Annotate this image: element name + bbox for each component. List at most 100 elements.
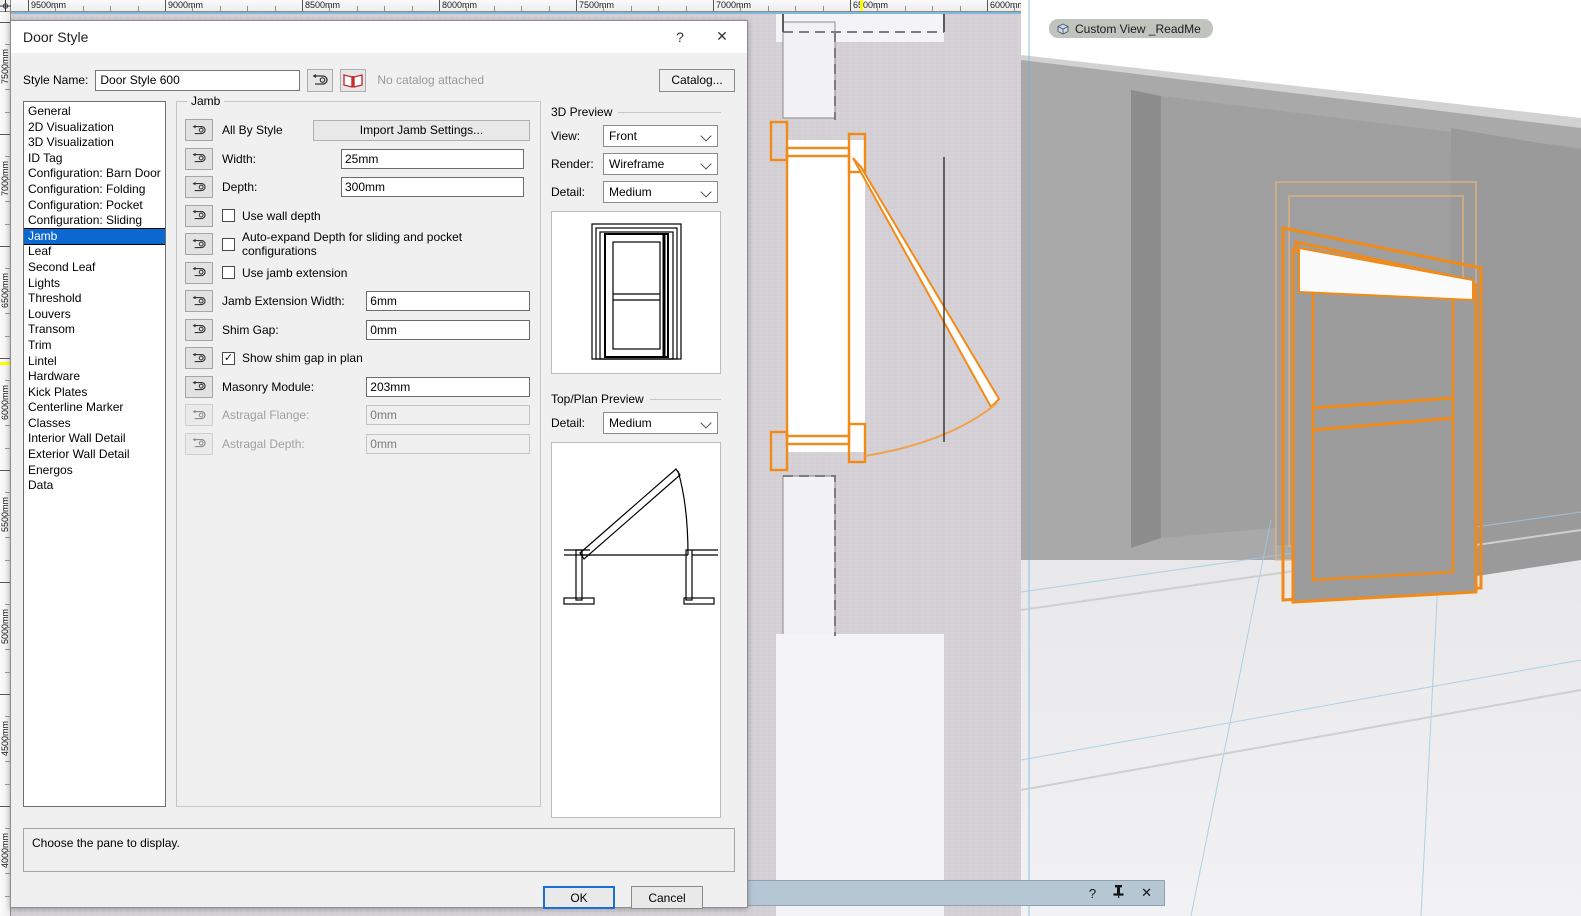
by-style-icon-masonry[interactable] xyxy=(185,375,213,398)
ruler-minor-tick xyxy=(247,6,249,11)
by-style-icon-use-wall-depth[interactable] xyxy=(185,204,213,227)
jamb-width-row: Width: xyxy=(185,145,530,174)
3d-preview-image[interactable] xyxy=(551,211,721,374)
by-style-icon-width[interactable] xyxy=(185,147,213,170)
pane-list-item[interactable]: Configuration: Folding xyxy=(24,182,165,198)
ruler-minor-tick xyxy=(548,6,550,11)
masonry-module-input[interactable] xyxy=(366,376,530,397)
chevron-down-icon xyxy=(700,186,712,198)
jamb-extension-width-label: Jamb Extension Width: xyxy=(222,294,345,309)
by-style-icon[interactable] xyxy=(307,68,334,92)
pane-list-item[interactable]: Interior Wall Detail xyxy=(24,431,165,447)
catalog-button[interactable]: Catalog... xyxy=(659,68,735,92)
ruler-minor-tick xyxy=(356,6,358,11)
pane-list-item[interactable]: Kick Plates xyxy=(24,385,165,401)
ruler-origin-corner[interactable] xyxy=(0,0,11,12)
3d-view-select[interactable]: Front xyxy=(603,125,718,147)
by-style-icon-jamb-ext-width[interactable] xyxy=(185,290,213,313)
3d-render-row: Render: Wireframe xyxy=(551,153,721,175)
pane-list-item[interactable]: Classes xyxy=(24,416,165,432)
show-shim-gap-checkbox[interactable]: ✓ xyxy=(222,351,235,365)
pane-list-item[interactable]: 3D Visualization xyxy=(24,135,165,151)
pane-list-item[interactable]: Jamb xyxy=(24,227,165,246)
pin-icon[interactable] xyxy=(1113,885,1124,901)
pane-list-item[interactable]: Hardware xyxy=(24,369,165,385)
pane-list-item[interactable]: Exterior Wall Detail xyxy=(24,447,165,463)
ruler-minor-tick xyxy=(795,6,797,11)
pane-list-item[interactable]: Louvers xyxy=(24,307,165,323)
pane-list-item[interactable]: Configuration: Barn Door xyxy=(24,166,165,182)
show-shim-gap-label: Show shim gap in plan xyxy=(242,351,363,366)
pane-list-item[interactable]: Configuration: Sliding xyxy=(24,213,165,229)
horizontal-ruler[interactable]: 9500mm 9000mm 8500mm 8000mm 7500mm 7000mm 6500… xyxy=(0,0,1021,12)
jamb-depth-input[interactable] xyxy=(341,177,524,198)
by-style-icon-astragal-flange xyxy=(185,404,213,427)
pane-list-item[interactable]: ID Tag xyxy=(24,151,165,167)
pane-list-item[interactable]: Threshold xyxy=(24,291,165,307)
3d-render-select[interactable]: Wireframe xyxy=(603,153,718,175)
help-button[interactable]: ? xyxy=(659,22,701,52)
ruler-label: 4000mm xyxy=(0,798,10,868)
ruler-label: 6500mm xyxy=(0,238,10,308)
plan-preview-image[interactable] xyxy=(551,442,721,818)
cube-icon xyxy=(1057,22,1069,35)
palette-help-icon[interactable]: ? xyxy=(1089,886,1096,901)
ruler-label: 7000mm xyxy=(716,0,752,10)
ruler-label: 7000mm xyxy=(0,126,10,196)
pane-list-item[interactable]: Transom xyxy=(24,322,165,338)
jamb-extension-width-row: Jamb Extension Width: xyxy=(185,287,530,316)
pane-list-item[interactable]: 2D Visualization xyxy=(24,120,165,136)
ruler-minor-tick xyxy=(110,6,112,11)
ruler-minor-tick xyxy=(55,6,57,11)
shim-gap-input[interactable] xyxy=(366,319,530,340)
import-jamb-settings-button[interactable]: Import Jamb Settings... xyxy=(313,119,530,141)
pane-list-item[interactable]: Trim xyxy=(24,338,165,354)
ok-button[interactable]: OK xyxy=(543,886,615,909)
palette-title-bar[interactable]: ? ✕ xyxy=(745,880,1165,906)
use-jamb-extension-checkbox[interactable] xyxy=(222,266,235,280)
3d-viewport[interactable]: Custom View _ReadMe xyxy=(1021,0,1581,916)
ruler-minor-tick xyxy=(932,6,934,11)
masonry-module-row: Masonry Module: xyxy=(185,373,530,402)
plan-preview-group: Top/Plan Preview Detail: Medium xyxy=(551,388,721,818)
3d-preview-title: 3D Preview xyxy=(551,105,613,119)
plan-detail-select[interactable]: Medium xyxy=(603,412,718,434)
by-style-icon-use-jamb-ext[interactable] xyxy=(185,261,213,284)
use-wall-depth-checkbox[interactable] xyxy=(222,209,235,223)
ruler-label: 8000mm xyxy=(442,0,478,10)
pane-list-item[interactable]: Lintel xyxy=(24,354,165,370)
by-style-icon-all[interactable] xyxy=(185,119,213,142)
by-style-icon-shim-gap[interactable] xyxy=(185,318,213,341)
auto-expand-checkbox[interactable] xyxy=(222,237,235,251)
close-button[interactable]: ✕ xyxy=(701,22,743,52)
catalog-book-icon[interactable] xyxy=(340,68,367,92)
pane-list-item[interactable]: Centerline Marker xyxy=(24,400,165,416)
pane-list[interactable]: General 2D Visualization 3D Visualization I… xyxy=(23,101,166,807)
astragal-flange-label: Astragal Flange: xyxy=(222,408,310,423)
pane-list-item[interactable]: Lights xyxy=(24,276,165,292)
dialog-title-bar[interactable]: Door Style ? ✕ xyxy=(11,21,747,53)
ruler-minor-tick xyxy=(466,6,468,11)
by-style-icon-auto-expand[interactable] xyxy=(185,233,213,256)
pane-list-item[interactable]: Second Leaf xyxy=(24,260,165,276)
pane-list-item[interactable]: Data xyxy=(24,478,165,494)
palette-close-icon[interactable]: ✕ xyxy=(1141,885,1152,901)
by-style-icon-show-shim-gap[interactable] xyxy=(185,347,213,370)
3d-render-value: Wireframe xyxy=(609,157,665,171)
3d-detail-select[interactable]: Medium xyxy=(603,181,718,203)
jamb-width-input[interactable] xyxy=(341,148,524,169)
3d-preview-group: 3D Preview View: Front Render: Wireframe… xyxy=(551,101,721,374)
masonry-module-label: Masonry Module: xyxy=(222,379,315,394)
pane-list-item[interactable]: Leaf xyxy=(24,244,165,260)
ruler-cursor-marker xyxy=(860,0,863,11)
pane-list-item[interactable]: General xyxy=(24,104,165,120)
viewport-tab[interactable]: Custom View _ReadMe xyxy=(1049,19,1213,38)
cancel-button[interactable]: Cancel xyxy=(631,886,703,909)
jamb-extension-width-input[interactable] xyxy=(366,291,530,312)
by-style-icon-depth[interactable] xyxy=(185,176,213,199)
plan-preview-title: Top/Plan Preview xyxy=(551,392,644,406)
pane-list-item[interactable]: Energos xyxy=(24,463,165,479)
pane-list-item[interactable]: Configuration: Pocket xyxy=(24,198,165,214)
style-name-input[interactable] xyxy=(95,69,301,91)
ruler-minor-tick xyxy=(904,6,906,11)
